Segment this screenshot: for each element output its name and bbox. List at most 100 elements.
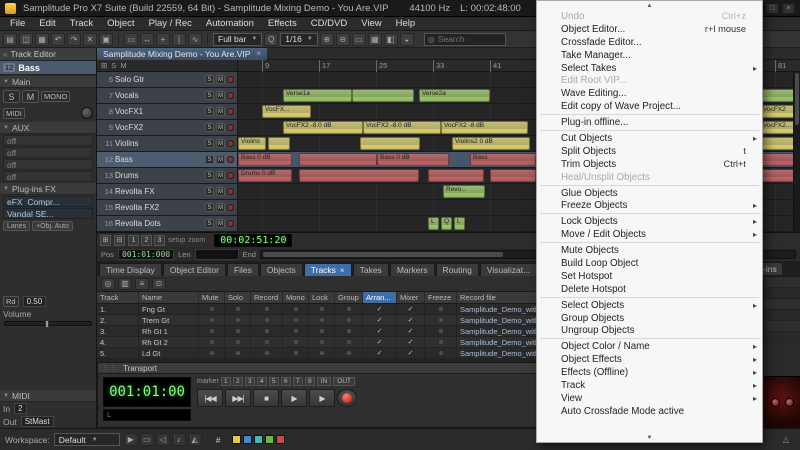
plugins-panel-tab[interactable]: Plug-ins [740,261,800,276]
color-chip[interactable] [276,435,286,444]
cell-flag[interactable] [335,304,363,314]
mute-column-header[interactable]: M [120,61,126,70]
audio-clip[interactable]: Verse2a [419,89,490,102]
list-item[interactable] [764,277,800,288]
aux-slot[interactable]: off [3,147,93,158]
marker-button[interactable]: 5 [268,377,279,386]
object-automation-button[interactable]: +Obj. Auto [32,221,73,231]
forward-button[interactable]: ▶ [309,389,335,407]
cell-arranger[interactable]: ✓ [363,337,397,347]
plugin-slot[interactable]: Vandal SE... [3,208,93,219]
cell-flag[interactable] [251,315,283,325]
track-header[interactable]: 11 Violins S M [97,136,238,151]
menu-item-cut-objects[interactable]: Cut Objects ▸ [537,132,762,145]
knob[interactable] [770,398,780,407]
workspace-select[interactable]: Default ▼ [53,433,120,446]
cell-flag[interactable] [309,326,335,336]
cell-flag[interactable] [251,337,283,347]
object-mode-icon[interactable]: ▭ [139,433,154,446]
cell-flag[interactable] [199,326,225,336]
track-solo-button[interactable]: S [205,75,214,84]
undo-icon[interactable]: ↶ [51,32,65,46]
goto-end-button[interactable]: ▶▶| [225,389,251,407]
audio-clip[interactable]: VocFX2 -8.0 dB [363,121,441,134]
audio-clip[interactable] [352,89,414,102]
audio-clip[interactable] [268,137,290,150]
list-icon[interactable]: ≡ [135,277,149,290]
zoom-label[interactable]: zoom [188,237,205,244]
range-mode-icon[interactable]: ↔ [140,32,154,46]
marker-button[interactable]: 1 [220,377,231,386]
column-group[interactable]: Group [335,292,363,303]
track-mute-button[interactable]: M [216,203,225,212]
cell-flag[interactable] [225,315,251,325]
tab-routing[interactable]: Routing [435,263,479,276]
zoom-preset-button[interactable]: 3 [154,234,165,246]
menu-item-track[interactable]: Track ▸ [537,379,762,392]
audio-clip[interactable] [299,169,419,182]
menu-scroll-down-icon[interactable]: ▼ [537,433,762,442]
volume-slider[interactable] [4,320,92,328]
menu-item-plug-in-offline[interactable]: Plug-in offline... [537,116,762,129]
menu-item-object-editor[interactable]: Object Editor... r+l mouse [537,23,762,36]
track-header[interactable]: 12 Bass S M [97,152,238,167]
cell-flag[interactable] [283,326,309,336]
grid-plus-icon[interactable]: ⊞ [100,234,111,246]
quantize-select[interactable]: 1/16 ▼ [280,32,318,46]
track-record-button[interactable] [227,188,234,195]
universal-mouse-mode-icon[interactable]: ▭ [124,32,138,46]
menubar-item-view[interactable]: View [354,18,388,29]
track-header[interactable]: 9 VocFX2 S M [97,120,238,135]
tab-visualizat[interactable]: Visualizat... [479,263,538,276]
menu-item-ungroup-objects[interactable]: Ungroup Objects [537,324,762,337]
tab-objects[interactable]: Objects [259,263,303,276]
menu-item-lock-objects[interactable]: Lock Objects ▸ [537,215,762,228]
track-mute-button[interactable]: M [216,219,225,228]
audio-clip[interactable]: Bass 0 dB [238,153,292,166]
midi-icon[interactable]: ♪ [171,433,186,446]
tab-tracks[interactable]: Tracks × [303,263,352,276]
magnet-icon[interactable]: ◒ [399,32,414,46]
setup-label[interactable]: setup [168,237,185,244]
track-header[interactable]: 15 Revolta FX2 S M [97,200,238,215]
list-item[interactable] [764,288,800,299]
zoom-range-icon[interactable]: ▭ [351,32,366,46]
cell-freeze[interactable] [425,348,457,358]
cell-flag[interactable] [251,304,283,314]
collapse-panel-icon[interactable]: « [3,50,7,59]
audio-clip[interactable] [299,153,377,166]
snap-icon[interactable]: ◧ [383,32,398,46]
cell-flag[interactable] [335,348,363,358]
track-mute-button[interactable]: M [216,155,225,164]
audio-clip[interactable]: L [454,217,465,230]
mute-button[interactable]: M [22,90,39,103]
zoom-preset-button[interactable]: 2 [141,234,152,246]
open-project-icon[interactable]: ◫ [19,32,33,46]
zoom-in-icon[interactable]: ⊕ [319,32,334,46]
section-plugins[interactable]: ▼ Plug-ins FX [0,183,96,195]
mono-button[interactable]: MONO [41,91,71,102]
close-icon[interactable]: × [256,49,261,58]
color-chip[interactable] [265,435,275,444]
track-mute-button[interactable]: M [216,75,225,84]
tab-time-display[interactable]: Time Display [99,263,162,276]
knob[interactable] [784,398,794,407]
marker-button[interactable]: 8 [304,377,315,386]
list-item[interactable] [764,321,800,332]
audio-clip[interactable] [490,169,536,182]
menu-item-freeze-objects[interactable]: Freeze Objects ▸ [537,199,762,212]
menu-item-move-edit-objects[interactable]: Move / Edit Objects ▸ [537,228,762,241]
audio-clip[interactable]: Q [441,217,452,230]
punch-in-button[interactable]: IN [316,377,332,386]
color-chip[interactable] [243,435,253,444]
audio-clip[interactable]: Bass [470,153,536,166]
menu-item-crossfade-editor[interactable]: Crossfade Editor... [537,36,762,49]
cell-flag[interactable] [283,337,309,347]
cell-arranger[interactable]: ✓ [363,315,397,325]
zoom-out-icon[interactable]: ⊖ [335,32,350,46]
track-record-button[interactable] [227,124,234,131]
pos-value[interactable]: 001:01:000 [117,248,175,260]
track-mute-button[interactable]: M [216,91,225,100]
goto-start-button[interactable]: |◀◀ [197,389,223,407]
audio-clip[interactable]: VocFX2 -8 dB [441,121,528,134]
